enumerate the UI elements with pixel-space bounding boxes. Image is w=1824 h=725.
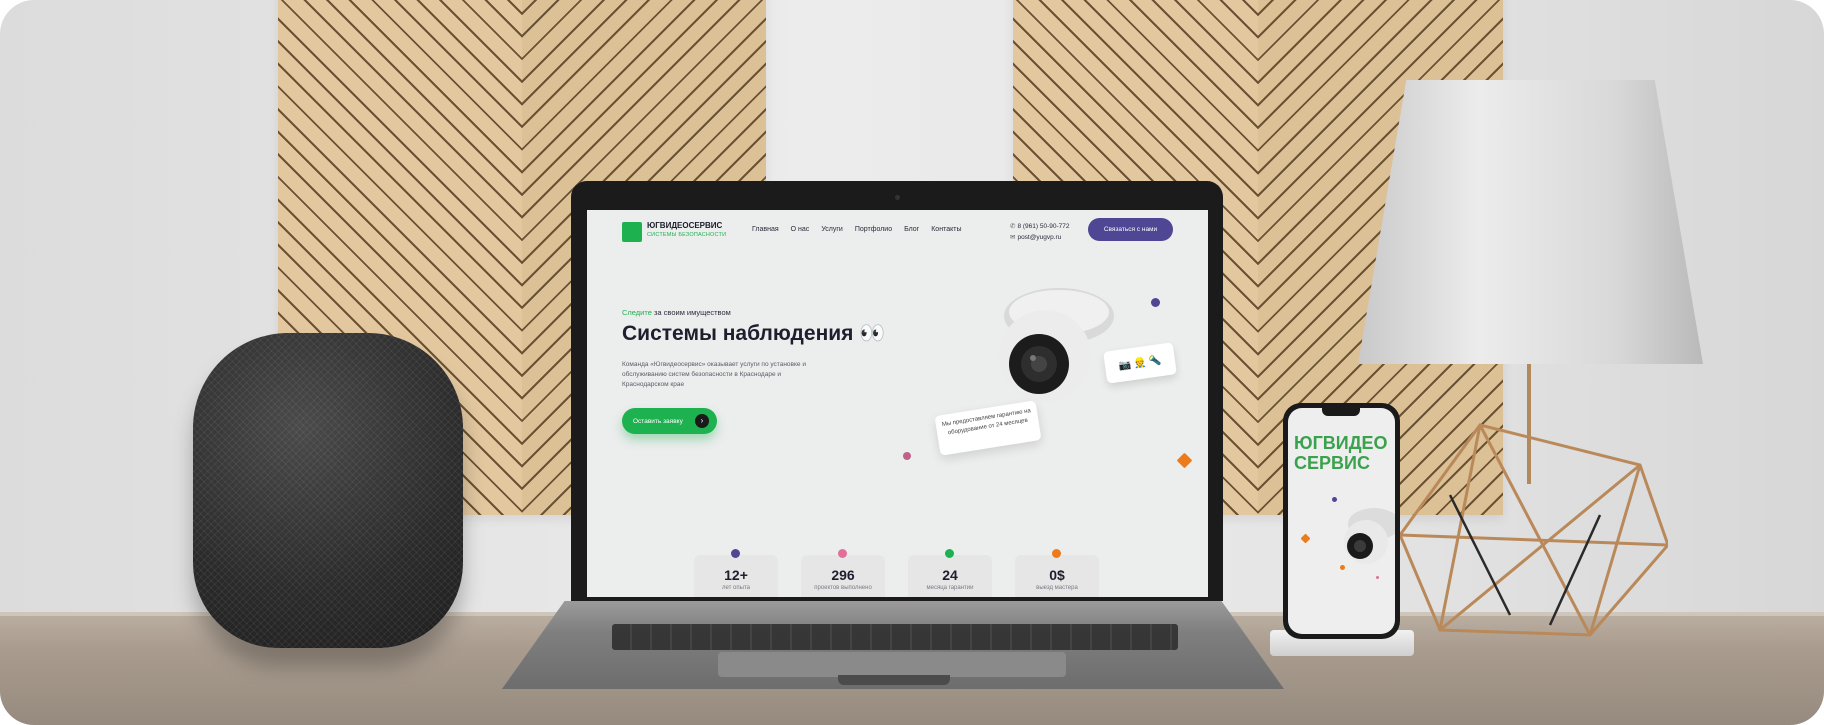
stat-value: 24 — [942, 567, 958, 583]
hero-title: Системы наблюдения 👀 — [622, 322, 886, 345]
phone-link[interactable]: ✆ 8 (961) 50-90-772 — [1010, 221, 1070, 232]
stat-dot — [838, 549, 847, 558]
phone-dot-orange — [1340, 565, 1345, 570]
email-address: post@yugvp.ru — [1017, 234, 1062, 241]
stat-projects: 296 проектов выполнено — [801, 549, 885, 597]
phone-brand-title: ЮГВИДЕО СЕРВИС — [1294, 433, 1394, 473]
phone-title-line2: СЕРВИС — [1294, 453, 1370, 473]
nav-item-portfolio[interactable]: Портфолио — [855, 226, 892, 233]
stat-experience: 12+ лет опыта — [694, 549, 778, 597]
decor-dot-pink — [903, 452, 911, 460]
arrow-right-icon: › — [695, 414, 709, 428]
security-camera-image — [999, 288, 1114, 402]
phone-notch — [1322, 408, 1360, 416]
phone-camera-image — [1344, 508, 1395, 564]
hero-eyebrow: Следите за своим имуществом — [622, 308, 731, 317]
stat-label: лет опыта — [722, 585, 750, 591]
hero-description: Команда «Югвидеосервис» оказывает услуги… — [622, 361, 806, 388]
laptop-trackpad — [718, 652, 1066, 677]
lamp-geometric-base — [1400, 423, 1668, 637]
phone-dot-purple — [1332, 497, 1337, 502]
phone-icon: ✆ — [1010, 223, 1016, 230]
nav-item-home[interactable]: Главная — [752, 226, 779, 233]
email-link[interactable]: ✉ post@yugvp.ru — [1010, 232, 1070, 243]
leave-request-label: Оставить заявку — [633, 417, 683, 425]
stat-label: месяца гарантии — [926, 585, 974, 591]
contact-us-button[interactable]: Связаться с нами — [1088, 218, 1173, 241]
stat-label: проектов выполнено — [814, 585, 872, 591]
nav-item-contacts[interactable]: Контакты — [931, 226, 961, 233]
smartphone: ЮГВИДЕО СЕРВИС — [1283, 403, 1400, 639]
laptop-webcam — [895, 195, 900, 200]
logo-subtitle: СИСТЕМЫ БЕЗОПАСНОСТИ — [647, 232, 727, 238]
stat-warranty: 24 месяца гарантии — [908, 549, 992, 597]
logo-icon[interactable] — [622, 222, 642, 242]
hero-eyebrow-text: за своим имуществом — [653, 308, 731, 317]
phone-number: 8 (961) 50-90-772 — [1017, 223, 1070, 230]
nav-item-about[interactable]: О нас — [791, 226, 810, 233]
site-header: ЮГВИДЕОСЕРВИС СИСТЕМЫ БЕЗОПАСНОСТИ Главн… — [587, 210, 1208, 254]
decor-diamond-orange — [1176, 452, 1193, 469]
phone-screen: ЮГВИДЕО СЕРВИС — [1288, 408, 1395, 634]
nav-item-services[interactable]: Услуги — [821, 226, 843, 233]
stat-label: выезд мастера — [1036, 585, 1078, 591]
hero-eyebrow-highlight: Следите — [622, 308, 652, 317]
laptop-keyboard — [612, 624, 1178, 650]
stat-dot — [1052, 549, 1061, 558]
warranty-card: Мы предоставляем гарантию на оборудовани… — [934, 400, 1042, 456]
mockup-scene: ЮГВИДЕО СЕРВИС ЮГВИДЕОСЕРВИС СИСТЕМЫ БЕЗ… — [0, 0, 1824, 725]
stat-visit: 0$ выезд мастера — [1015, 549, 1099, 597]
stat-dot — [731, 549, 740, 558]
phone-dot-pink — [1376, 576, 1379, 579]
main-nav: Главная О нас Услуги Портфолио Блог Конт… — [752, 226, 961, 233]
logo-name[interactable]: ЮГВИДЕОСЕРВИС — [647, 221, 722, 230]
stat-value: 0$ — [1049, 567, 1065, 583]
stat-value: 296 — [831, 567, 855, 583]
nav-item-blog[interactable]: Блог — [904, 226, 919, 233]
phone-diamond-orange — [1300, 533, 1311, 544]
stat-value: 12+ — [724, 567, 748, 583]
stat-dot — [945, 549, 954, 558]
laptop-notch — [838, 675, 950, 685]
website-screen: ЮГВИДЕОСЕРВИС СИСТЕМЫ БЕЗОПАСНОСТИ Главн… — [587, 210, 1208, 597]
leave-request-button[interactable]: Оставить заявку › — [622, 408, 717, 434]
phone-title-line1: ЮГВИДЕО — [1294, 433, 1388, 453]
lamp-shade — [1358, 80, 1703, 364]
mail-icon: ✉ — [1010, 234, 1016, 241]
smart-speaker — [193, 333, 463, 648]
decor-dot-purple — [1151, 298, 1160, 307]
contact-info: ✆ 8 (961) 50-90-772 ✉ post@yugvp.ru — [1010, 221, 1070, 243]
